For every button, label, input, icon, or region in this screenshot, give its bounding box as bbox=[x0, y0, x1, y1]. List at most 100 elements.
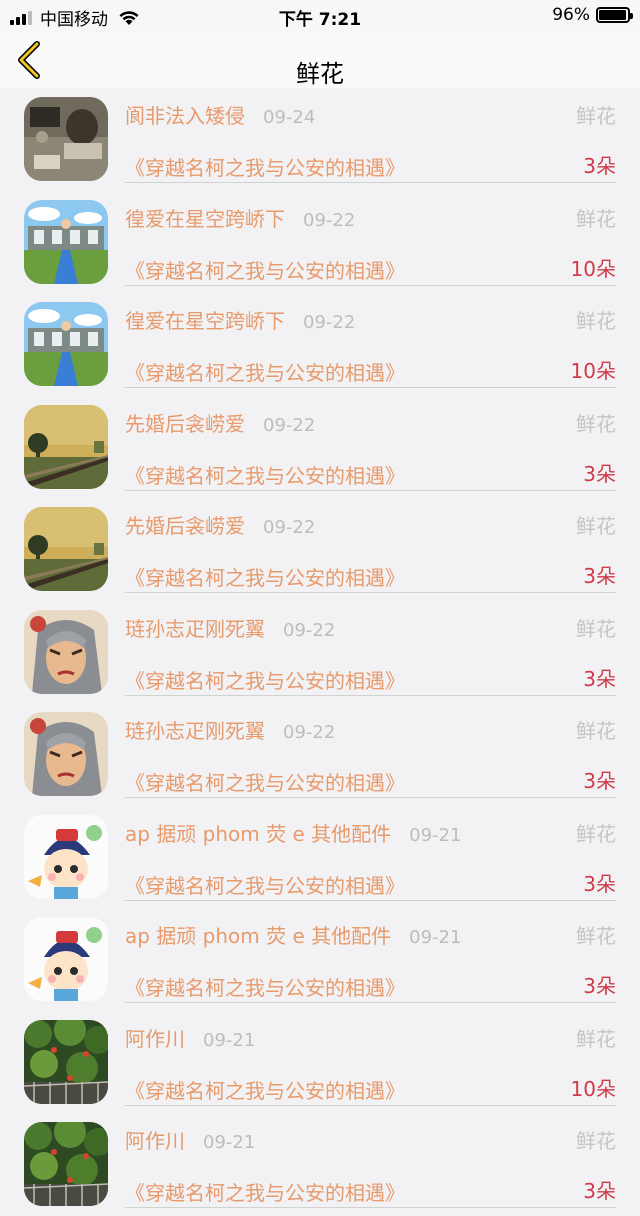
avatar[interactable] bbox=[24, 917, 108, 1001]
gift-count: 3朵 bbox=[583, 974, 616, 998]
gift-count: 10朵 bbox=[570, 256, 616, 281]
list-item[interactable]: 先婚后衾崂爱 09-22 鲜花《穿越名柯之我与公安的相遇》 3朵 bbox=[0, 396, 640, 499]
row-body: 阿作川 09-21 鲜花 《穿越名柯之我与公安的相遇》 3朵 bbox=[125, 1113, 616, 1208]
row-body: 琏孙志疋刚死翼 09-22 鲜花 《穿越名柯之我与公安的相遇》 3朵 bbox=[125, 601, 616, 696]
user-name-text: 徨爱在星空跨峤下 bbox=[125, 206, 285, 231]
status-right: 96% bbox=[552, 5, 633, 25]
list-item[interactable]: 徨爱在星空跨峤下 09-22 鲜花 《穿越名柯之我与公安的相遇》 10朵 bbox=[0, 293, 640, 396]
gift-date: 09-21 bbox=[409, 927, 462, 948]
row-body: 徨爱在星空跨峤下 09-22 鲜花 《穿越名柯之我与公安的相遇》 10朵 bbox=[125, 293, 616, 388]
book-title[interactable]: 《穿越名柯之我与公安的相遇》 bbox=[125, 1075, 405, 1104]
gift-type: 鲜花 bbox=[576, 719, 616, 743]
user-name[interactable]: 琏孙志疋刚死翼 09-22 bbox=[125, 715, 335, 744]
gift-date: 09-22 bbox=[303, 209, 356, 231]
list-item[interactable]: 先婚后衾崂爱 09-22 鲜花《穿越名柯之我与公安的相遇》 3朵 bbox=[0, 498, 640, 601]
user-name[interactable]: 徨爱在星空跨峤下 09-22 bbox=[125, 203, 355, 232]
gift-date: 09-22 bbox=[283, 722, 336, 743]
user-name[interactable]: 先婚后衾崂爱 09-22 bbox=[125, 510, 315, 539]
user-name[interactable]: ap 据顽 phom 荧 e 其他配件 09-21 bbox=[125, 920, 461, 949]
avatar[interactable] bbox=[24, 199, 108, 284]
gift-date: 09-21 bbox=[203, 1029, 256, 1051]
gift-type: 鲜花 bbox=[576, 411, 616, 436]
user-name-text: 琏孙志疋刚死翼 bbox=[125, 616, 265, 641]
cartoon-river-avatar bbox=[24, 302, 108, 386]
book-title[interactable]: 《穿越名柯之我与公安的相遇》 bbox=[125, 460, 405, 489]
row-body: 琏孙志疋刚死翼 09-22 鲜花《穿越名柯之我与公安的相遇》 3朵 bbox=[125, 703, 616, 798]
status-bar: 中国移动 下午 7:21 96% bbox=[0, 0, 640, 32]
user-name[interactable]: ap 据顽 phom 荧 e 其他配件 09-21 bbox=[125, 818, 461, 847]
gift-type: 鲜花 bbox=[576, 104, 616, 128]
book-title[interactable]: 《穿越名柯之我与公安的相遇》 bbox=[125, 357, 405, 386]
gift-count: 3朵 bbox=[583, 154, 616, 178]
row-body: ap 据顽 phom 荧 e 其他配件 09-21 鲜花《穿越名柯之我与公安的相遇》… bbox=[125, 806, 616, 901]
avatar[interactable] bbox=[24, 609, 108, 694]
status-time: 下午 7:21 bbox=[278, 10, 362, 30]
gift-date: 09-21 bbox=[409, 824, 462, 846]
user-name-text: 先婚后衾崂爱 bbox=[125, 514, 245, 538]
avatar[interactable] bbox=[24, 97, 108, 181]
book-title[interactable]: 《穿越名柯之我与公安的相遇》 bbox=[125, 255, 405, 284]
gift-count: 3朵 bbox=[583, 769, 616, 793]
battery-percent: 96% bbox=[552, 5, 590, 25]
row-body: 阆非法入矮侵 09-24 鲜花《穿越名柯之我与公安的相遇》 3朵 bbox=[125, 88, 616, 183]
list-item[interactable]: ap 据顽 phom 荧 e 其他配件 09-21 鲜花《穿越名柯之我与公安的相遇》… bbox=[0, 806, 640, 909]
anime-woman-avatar bbox=[24, 712, 108, 796]
cartoon-child-avatar bbox=[24, 814, 108, 899]
avatar[interactable] bbox=[24, 712, 108, 796]
list-item[interactable]: 琏孙志疋刚死翼 09-22 鲜花 《穿越名柯之我与公安的相遇》 3朵 bbox=[0, 601, 640, 704]
green-plants-avatar bbox=[24, 1122, 108, 1206]
user-name-text: 阿作川 bbox=[125, 1129, 185, 1153]
gift-count: 3朵 bbox=[583, 564, 616, 588]
anime-woman-avatar bbox=[24, 609, 108, 694]
user-name[interactable]: 阆非法入矮侵 09-24 bbox=[125, 100, 315, 129]
gift-type: 鲜花 bbox=[576, 1026, 616, 1051]
book-title[interactable]: 《穿越名柯之我与公安的相遇》 bbox=[125, 767, 405, 796]
user-name-text: 阆非法入矮侵 bbox=[125, 104, 245, 128]
list-item[interactable]: 琏孙志疋刚死翼 09-22 鲜花《穿越名柯之我与公安的相遇》 3朵 bbox=[0, 703, 640, 806]
photo-desk-avatar bbox=[24, 97, 108, 181]
list-item[interactable]: ap 据顽 phom 荧 e 其他配件 09-21 鲜花《穿越名柯之我与公安的相遇》… bbox=[0, 908, 640, 1011]
user-name[interactable]: 徨爱在星空跨峤下 09-22 bbox=[125, 305, 355, 334]
user-name-text: ap 据顽 phom 荧 e 其他配件 bbox=[125, 924, 392, 948]
list-item[interactable]: 阿作川 09-21 鲜花 《穿越名柯之我与公安的相遇》 10朵 bbox=[0, 1011, 640, 1114]
row-body: 先婚后衾崂爱 09-22 鲜花《穿越名柯之我与公安的相遇》 3朵 bbox=[125, 396, 616, 491]
user-name-text: 徨爱在星空跨峤下 bbox=[125, 309, 285, 333]
gift-count: 10朵 bbox=[570, 359, 616, 383]
row-body: 先婚后衾崂爱 09-22 鲜花《穿越名柯之我与公安的相遇》 3朵 bbox=[125, 498, 616, 593]
user-name[interactable]: 阿作川 09-21 bbox=[125, 1023, 255, 1052]
page-title: 鲜花 bbox=[296, 60, 344, 88]
avatar[interactable] bbox=[24, 1122, 108, 1206]
gift-date: 09-22 bbox=[303, 312, 356, 333]
green-plants-avatar bbox=[24, 1019, 108, 1104]
avatar[interactable] bbox=[24, 302, 108, 386]
avatar[interactable] bbox=[24, 404, 108, 489]
avatar[interactable] bbox=[24, 507, 108, 591]
user-name[interactable]: 先婚后衾崂爱 09-22 bbox=[125, 408, 315, 437]
gift-type: 鲜花 bbox=[576, 514, 616, 538]
gift-count: 3朵 bbox=[583, 461, 616, 486]
book-title[interactable]: 《穿越名柯之我与公安的相遇》 bbox=[125, 562, 405, 591]
gift-date: 09-21 bbox=[203, 1132, 256, 1153]
user-name-text: 先婚后衾崂爱 bbox=[125, 411, 245, 436]
list-item[interactable]: 阿作川 09-21 鲜花 《穿越名柯之我与公安的相遇》 3朵 bbox=[0, 1113, 640, 1216]
gift-type: 鲜花 bbox=[576, 924, 616, 948]
book-title[interactable]: 《穿越名柯之我与公安的相遇》 bbox=[125, 870, 405, 899]
gift-date: 09-22 bbox=[263, 517, 316, 538]
book-title[interactable]: 《穿越名柯之我与公安的相遇》 bbox=[125, 972, 405, 1001]
gift-date: 09-22 bbox=[263, 414, 316, 436]
user-name[interactable]: 阿作川 09-21 bbox=[125, 1125, 255, 1154]
book-title[interactable]: 《穿越名柯之我与公安的相遇》 bbox=[125, 1177, 405, 1206]
gift-type: 鲜花 bbox=[576, 616, 616, 641]
railway-sunset-avatar bbox=[24, 404, 108, 489]
gift-list: 阆非法入矮侵 09-24 鲜花 《穿越名柯之我与公安的相遇》 3朵 徨爱在星空跨峤下 09-… bbox=[0, 88, 640, 1216]
list-item[interactable]: 阆非法入矮侵 09-24 鲜花《穿越名柯之我与公安的相遇》 3朵 bbox=[0, 88, 640, 191]
user-name-text: 琏孙志疋刚死翼 bbox=[125, 719, 265, 743]
gift-type: 鲜花 bbox=[576, 206, 616, 231]
avatar[interactable] bbox=[24, 814, 108, 899]
book-title[interactable]: 《穿越名柯之我与公安的相遇》 bbox=[125, 152, 405, 181]
list-item[interactable]: 徨爱在星空跨峤下 09-22 鲜花《穿越名柯之我与公安的相遇》 10朵 bbox=[0, 191, 640, 294]
book-title[interactable]: 《穿越名柯之我与公安的相遇》 bbox=[125, 665, 405, 694]
avatar[interactable] bbox=[24, 1019, 108, 1104]
user-name[interactable]: 琏孙志疋刚死翼 09-22 bbox=[125, 613, 335, 642]
gift-type: 鲜花 bbox=[576, 821, 616, 846]
